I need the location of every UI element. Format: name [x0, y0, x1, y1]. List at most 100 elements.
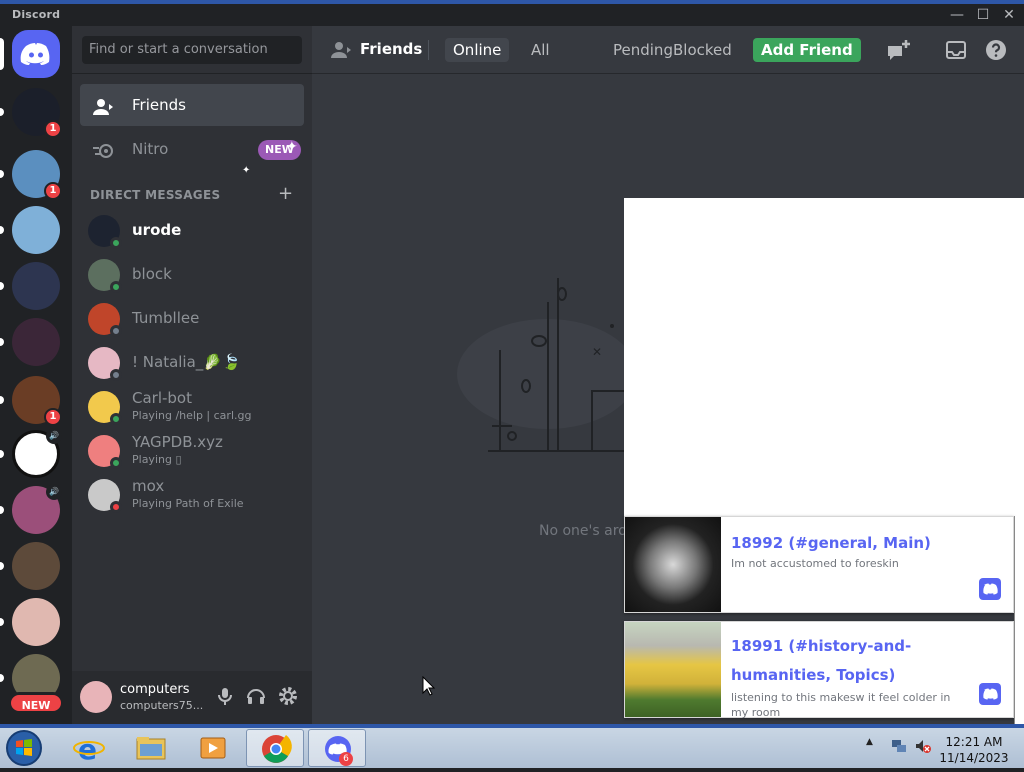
user-avatar[interactable]	[80, 681, 112, 713]
empty-state-illustration: ✕	[452, 266, 652, 456]
file-explorer-icon[interactable]	[122, 729, 180, 767]
nav-nitro[interactable]: Nitro NEW ✦ ✦	[80, 128, 304, 176]
dm-activity: Playing /help | carl.gg	[132, 409, 252, 422]
notification-title: 18992 (#general, Main)	[731, 534, 931, 552]
status-indicator	[110, 369, 122, 381]
divider	[428, 40, 429, 60]
server-circus	[12, 542, 60, 590]
dm-name: Carl-bot	[132, 389, 192, 407]
mention-badge: 1	[44, 408, 62, 426]
mouse-cursor-icon	[422, 676, 436, 696]
user-panel: computers computers75...	[72, 671, 312, 724]
media-player-icon[interactable]	[184, 729, 242, 767]
page-title: Friends	[360, 40, 423, 58]
server-icon-8[interactable]: 🔊	[0, 484, 62, 534]
dm-item[interactable]: ! Natalia_🥬🍃	[80, 342, 304, 384]
unread-indicator	[0, 396, 4, 404]
svg-text:e: e	[78, 733, 97, 766]
server-icon-9[interactable]	[0, 542, 60, 590]
volume-muted-icon[interactable]	[914, 737, 932, 755]
new-unreads-pill[interactable]: NEW	[8, 692, 64, 714]
dm-name: urode	[132, 221, 182, 239]
status-indicator	[110, 281, 122, 293]
discord-taskbar-icon[interactable]: 6	[308, 729, 366, 767]
settings-gear-icon[interactable]	[277, 685, 299, 707]
unread-indicator	[0, 226, 4, 234]
window-edge	[1014, 516, 1024, 724]
start-button[interactable]	[4, 728, 44, 768]
overlay-window	[624, 198, 1024, 516]
create-dm-button[interactable]: +	[278, 183, 293, 204]
discord-logo-icon	[12, 30, 60, 78]
divider	[72, 73, 312, 74]
server-icon-10[interactable]	[0, 598, 60, 646]
sparkle-icon: ✦	[242, 165, 251, 176]
dm-item[interactable]: block	[80, 254, 304, 296]
search-input[interactable]: Find or start a conversation	[82, 36, 302, 64]
dm-name: ! Natalia_🥬🍃	[132, 353, 241, 371]
dm-activity: Playing Path of Exile	[132, 497, 244, 510]
username: computers	[120, 682, 190, 697]
server-dark-castle	[12, 318, 60, 366]
dm-name: Tumbllee	[132, 309, 200, 327]
dm-item[interactable]: mox Playing Path of Exile	[80, 474, 304, 516]
nav-friends[interactable]: Friends	[80, 84, 304, 126]
server-icon-7[interactable]: 🔊	[0, 428, 62, 478]
friends-icon	[92, 93, 116, 117]
network-icon[interactable]	[890, 737, 908, 755]
headphones-icon[interactable]	[245, 685, 267, 707]
speaker-icon: 🔊	[46, 484, 62, 500]
dm-item[interactable]: Carl-bot Playing /help | carl.gg	[80, 386, 304, 428]
unread-indicator	[0, 170, 4, 178]
home-button[interactable]	[0, 30, 60, 78]
friends-icon	[330, 38, 354, 62]
server-icon-5[interactable]	[0, 318, 60, 366]
status-indicator	[110, 325, 122, 337]
status-indicator	[110, 457, 122, 469]
notification-card[interactable]: 18992 (#general, Main) Im not accustomed…	[624, 516, 1014, 613]
new-group-dm-icon[interactable]	[886, 38, 910, 62]
nav-nitro-label: Nitro	[132, 140, 169, 158]
discord-badge: 6	[339, 752, 353, 766]
tab-online[interactable]: Online	[445, 38, 510, 62]
dm-item[interactable]: urode	[80, 210, 304, 252]
clock-date: 11/14/2023	[939, 751, 1009, 765]
friends-toolbar: Friends Online All Pending Blocked Add F…	[312, 26, 1024, 74]
internet-explorer-icon[interactable]: e	[60, 729, 118, 767]
notification-card[interactable]: 18991 (#history-and-humanities, Topics) …	[624, 621, 1014, 719]
unread-indicator	[0, 506, 4, 514]
tray-expand-icon[interactable]: ▲	[866, 737, 884, 755]
title-bar: Discord — ☐ ✕	[0, 4, 1024, 26]
mention-badge: 1	[44, 182, 62, 200]
microphone-icon[interactable]	[214, 685, 236, 707]
inbox-icon[interactable]	[944, 38, 968, 62]
server-icon-2[interactable]: 1	[0, 150, 62, 200]
dm-section-header: DIRECT MESSAGES	[90, 188, 221, 202]
dm-sidebar: Find or start a conversation Friends Nit…	[72, 26, 312, 724]
unread-indicator	[0, 674, 4, 682]
close-button[interactable]: ✕	[994, 6, 1024, 24]
system-clock[interactable]: 12:21 AM 11/14/2023	[936, 734, 1012, 766]
dm-item[interactable]: YAGPDB.xyz Playing ▯	[80, 430, 304, 472]
server-icon-3[interactable]	[0, 206, 60, 254]
help-icon[interactable]	[984, 38, 1008, 62]
windows-taskbar: e 6 ▲ 12:21 AM 11/14/2023	[0, 724, 1024, 768]
notification-thumbnail	[625, 517, 721, 612]
unread-indicator	[0, 618, 4, 626]
dm-item[interactable]: Tumbllee	[80, 298, 304, 340]
dm-name: YAGPDB.xyz	[132, 433, 223, 451]
chrome-icon[interactable]	[246, 729, 304, 767]
notification-title: 18991 (#history-and-humanities, Topics)	[731, 637, 912, 684]
tab-blocked[interactable]: Blocked	[665, 38, 740, 62]
mention-badge: 1	[44, 120, 62, 138]
tab-all[interactable]: All	[523, 38, 558, 62]
server-icon-6[interactable]: 1	[0, 376, 62, 426]
server-list: 1 1 1 🔊 🔊 NEW	[0, 26, 72, 724]
server-icon-1[interactable]: 1	[0, 88, 62, 138]
notification-body: listening to this makesw it feel colder …	[731, 691, 951, 719]
add-friend-button[interactable]: Add Friend	[753, 38, 861, 62]
server-icon-4[interactable]	[0, 262, 60, 310]
status-indicator	[110, 413, 122, 425]
notification-body: Im not accustomed to foreskin	[731, 557, 899, 570]
speaker-icon: 🔊	[46, 428, 62, 444]
